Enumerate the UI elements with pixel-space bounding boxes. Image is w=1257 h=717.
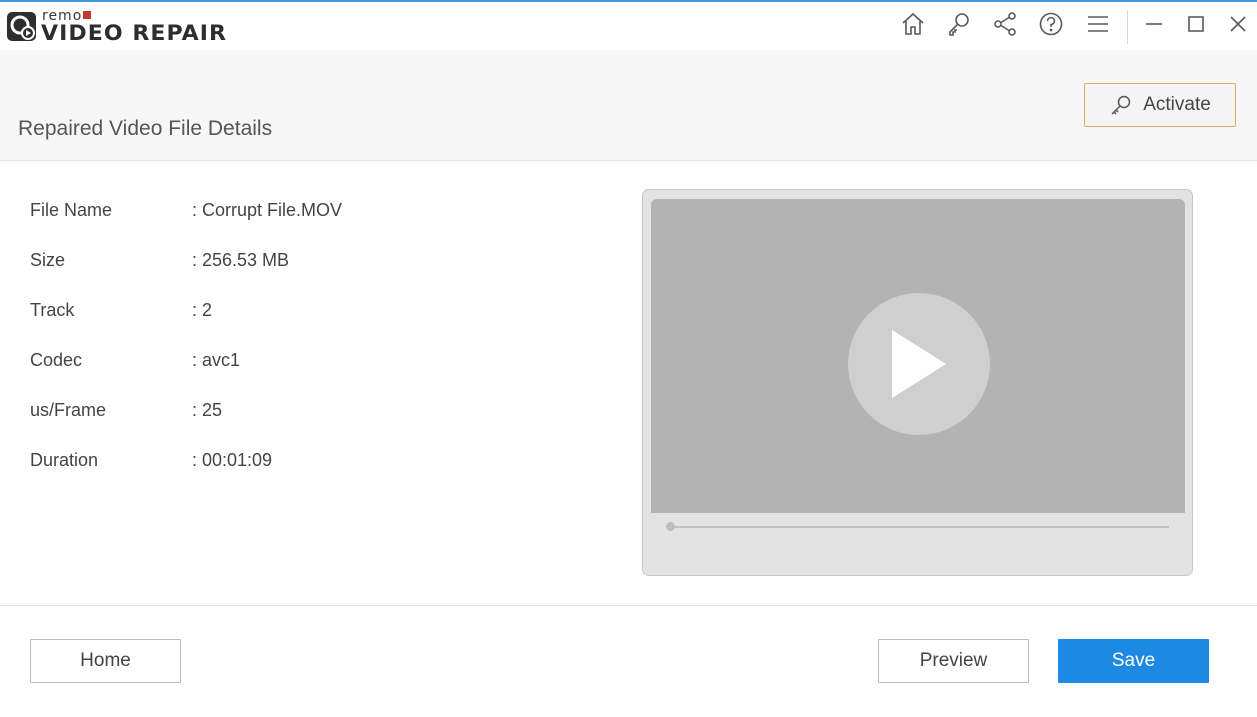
play-icon: [892, 330, 946, 398]
footer-divider: [0, 605, 1257, 606]
detail-row-size: Size : 256.53 MB: [30, 250, 590, 276]
maximize-icon[interactable]: [1181, 9, 1211, 39]
detail-label: Duration: [30, 450, 99, 470]
logo-badge-icon: [7, 12, 36, 41]
detail-value: : avc1: [192, 350, 241, 370]
logo-product-name: VIDEO REPAIR: [41, 21, 228, 45]
page-header: Repaired Video File Details Activate: [0, 50, 1257, 161]
detail-row-duration: Duration : 00:01:09: [30, 450, 590, 476]
home-button[interactable]: Home: [30, 639, 181, 683]
detail-row-file-name: File Name : Corrupt File.MOV: [30, 200, 590, 226]
detail-value: : 25: [192, 400, 223, 420]
page-title: Repaired Video File Details: [18, 117, 273, 140]
key-icon: [1111, 95, 1131, 115]
detail-row-track: Track : 2: [30, 300, 590, 326]
detail-row-codec: Codec : avc1: [30, 350, 590, 376]
titlebar-separator: [1127, 10, 1128, 44]
share-icon[interactable]: [990, 9, 1020, 39]
detail-label: Size: [30, 250, 66, 270]
play-button[interactable]: [848, 293, 990, 435]
minimize-icon[interactable]: [1139, 9, 1169, 39]
help-icon[interactable]: [1036, 9, 1066, 39]
detail-value: : 00:01:09: [192, 450, 273, 470]
detail-value: : Corrupt File.MOV: [192, 200, 343, 220]
detail-value: : 256.53 MB: [192, 250, 290, 270]
app-logo: remo VIDEO REPAIR: [6, 9, 236, 45]
activate-label: Activate: [1143, 94, 1211, 115]
video-player: [642, 189, 1193, 576]
seek-bar[interactable]: [669, 526, 1169, 528]
detail-label: Codec: [30, 350, 83, 370]
title-bar: remo VIDEO REPAIR: [0, 2, 1257, 50]
key-icon[interactable]: [944, 9, 974, 39]
video-screen[interactable]: [651, 199, 1185, 513]
detail-row-us-frame: us/Frame : 25: [30, 400, 590, 426]
save-button[interactable]: Save: [1058, 639, 1209, 683]
preview-button[interactable]: Preview: [878, 639, 1029, 683]
seek-handle[interactable]: [666, 522, 675, 531]
detail-label: File Name: [30, 200, 113, 220]
detail-label: Track: [30, 300, 75, 320]
home-icon[interactable]: [898, 9, 928, 39]
activate-button[interactable]: Activate: [1084, 83, 1236, 127]
detail-value: : 2: [192, 300, 213, 320]
menu-icon[interactable]: [1083, 9, 1113, 39]
detail-label: us/Frame: [30, 400, 107, 420]
close-icon[interactable]: [1223, 9, 1253, 39]
